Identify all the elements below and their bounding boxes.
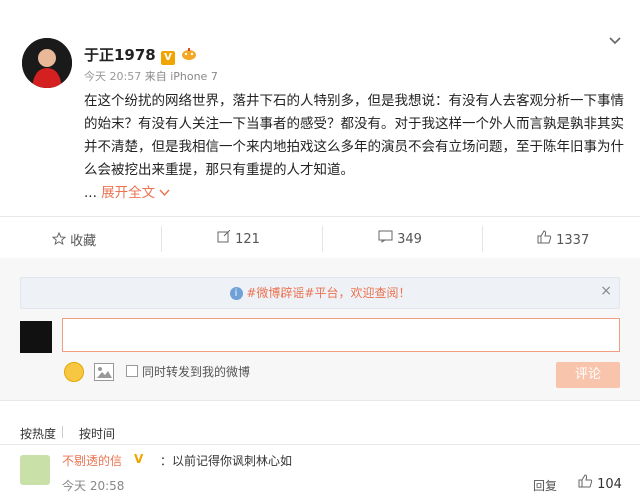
comment-button[interactable]: 349 [378,230,422,247]
comment-count: 349 [397,232,422,247]
thumbs-up-icon [537,230,552,244]
comment-time: 今天 20:58 [62,479,125,493]
commenter-name[interactable]: 不剔透的信 [62,452,122,469]
image-icon[interactable] [94,363,114,381]
comment-input[interactable] [62,318,620,352]
notice-banner: i #微博辟谣#平台，欢迎查阅！ [20,277,620,309]
star-icon [51,231,67,246]
repost-checkbox-label[interactable]: 同时转发到我的微博 [142,363,250,380]
verified-badge-icon: V [160,51,175,65]
my-avatar[interactable] [20,321,52,353]
repost-count: 121 [235,232,260,247]
submit-comment-button[interactable]: 评论 [556,362,620,388]
notice-link[interactable]: #微博辟谣#平台 [246,286,338,300]
post-meta: 今天 20:57 来自 iPhone 7 [84,68,218,84]
post-ellipsis: ... [84,185,97,201]
username-text[interactable]: 于正1978 [84,46,156,64]
sprout-badge-icon [180,47,198,65]
post-text: 在这个纷扰的网络世界，落井下石的人特别多，但是我想说：有没有人去客观分析一下事情… [84,93,624,178]
favorite-button[interactable]: 收藏 [51,230,97,249]
notice-suffix: ，欢迎查阅！ [338,286,411,300]
commenter-verified-icon: V [134,452,144,466]
like-button[interactable]: 1337 [537,230,589,248]
comment-text: ：以前记得你讽刺林心如 [160,454,293,468]
repost-button[interactable]: 121 [217,229,260,247]
post-username[interactable]: 于正1978 V [84,44,198,65]
tab-sort-hot[interactable]: 按热度 [20,425,56,442]
repost-icon [217,229,231,243]
like-count: 1337 [556,233,590,248]
expand-chevron-icon [159,189,170,197]
action-divider [322,226,323,252]
expand-label[interactable]: 展开全文 [101,185,155,201]
favorite-label: 收藏 [70,234,97,249]
divider [0,216,640,217]
comment-like-button[interactable]: 104 [578,474,622,492]
thumbs-up-icon [578,474,593,488]
commenter-avatar[interactable] [20,455,50,485]
chevron-down-icon[interactable] [608,34,622,50]
repost-checkbox[interactable] [126,365,138,377]
comment-like-count: 104 [597,477,622,492]
comment-icon [378,230,393,243]
sort-divider [62,426,63,438]
info-icon: i [229,287,243,300]
reply-button[interactable]: 回复 [533,477,557,494]
post-body: 在这个纷扰的网络世界，落井下石的人特别多，但是我想说：有没有人去客观分析一下事情… [84,90,624,205]
close-icon[interactable]: × [600,283,612,299]
emoji-icon[interactable] [64,362,84,382]
avatar[interactable] [22,38,72,88]
post-time[interactable]: 今天 20:57 [84,70,141,83]
action-divider [482,226,483,252]
divider [0,400,640,401]
divider [0,444,640,445]
action-divider [161,226,162,252]
post-source: 来自 iPhone 7 [144,70,218,83]
expand-full-text-link[interactable]: 展开全文 [101,185,170,201]
tab-sort-time[interactable]: 按时间 [79,425,115,442]
